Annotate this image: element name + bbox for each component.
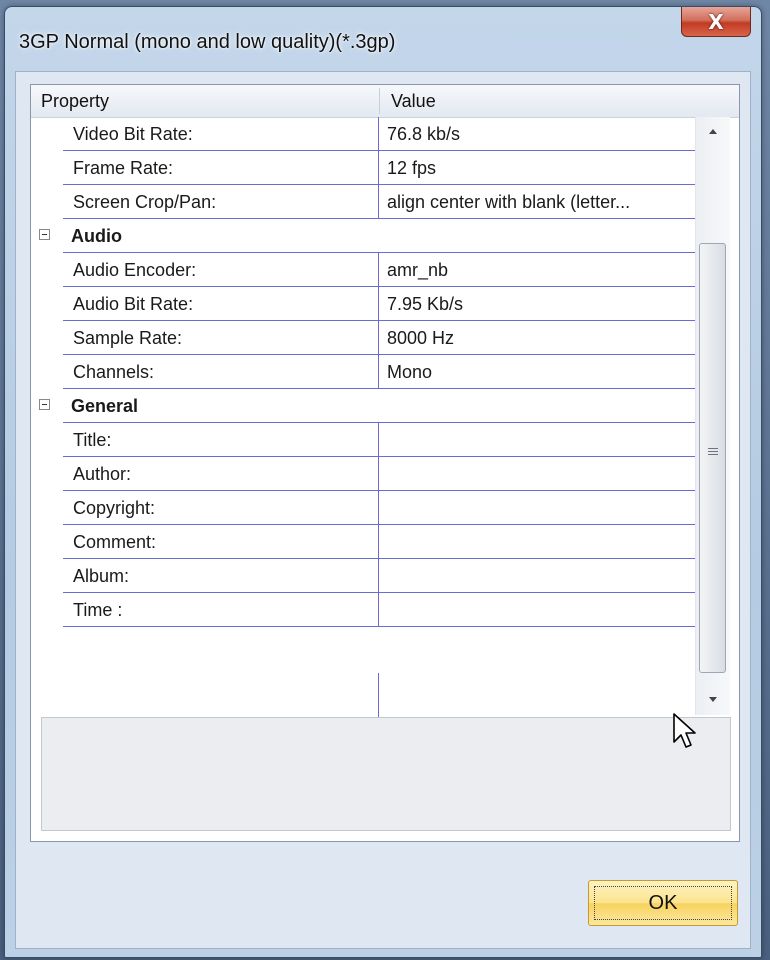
property-value[interactable] xyxy=(387,457,687,491)
property-name: Audio Bit Rate: xyxy=(73,294,194,314)
property-row[interactable]: Video Bit Rate: 76.8 kb/s xyxy=(31,117,695,151)
property-row[interactable]: Time : xyxy=(31,593,695,627)
column-divider xyxy=(378,525,379,559)
category-row[interactable]: General xyxy=(31,389,695,423)
mouse-pointer-icon xyxy=(673,713,696,748)
column-divider xyxy=(378,117,379,151)
vertical-scrollbar[interactable] xyxy=(695,117,730,715)
property-value[interactable]: 12 fps xyxy=(387,151,687,185)
collapse-toggle-icon[interactable] xyxy=(39,399,50,410)
column-divider xyxy=(378,185,379,219)
column-divider xyxy=(378,321,379,355)
category-label: Audio xyxy=(71,226,122,246)
scroll-up-arrow-icon[interactable] xyxy=(696,117,730,149)
column-divider xyxy=(378,593,379,627)
column-divider xyxy=(378,423,379,457)
property-value[interactable]: 76.8 kb/s xyxy=(387,117,687,151)
property-row[interactable]: Comment: xyxy=(31,525,695,559)
property-row[interactable]: Copyright: xyxy=(31,491,695,525)
property-value[interactable] xyxy=(387,525,687,559)
grip-icon xyxy=(708,448,718,458)
category-label: General xyxy=(71,396,139,416)
close-button[interactable]: X xyxy=(681,7,751,37)
property-value[interactable]: amr_nb xyxy=(387,253,687,287)
property-row[interactable]: Title: xyxy=(31,423,695,457)
column-divider xyxy=(378,491,379,525)
property-value[interactable] xyxy=(387,423,687,457)
property-name: Author: xyxy=(73,464,132,484)
property-name: Video Bit Rate: xyxy=(73,124,193,144)
property-value[interactable] xyxy=(387,559,687,593)
close-icon: X xyxy=(708,9,724,34)
property-value[interactable]: 8000 Hz xyxy=(387,321,687,355)
column-divider xyxy=(378,287,379,321)
property-row[interactable]: Album: xyxy=(31,559,695,593)
grid-rows: Video Bit Rate: 76.8 kb/s Frame Rate: 12 fp… xyxy=(31,117,695,717)
property-row[interactable]: Frame Rate: 12 fps xyxy=(31,151,695,185)
property-name: Copyright: xyxy=(73,498,156,518)
description-panel xyxy=(41,717,731,831)
column-divider xyxy=(378,457,379,491)
property-row[interactable]: Channels: Mono xyxy=(31,355,695,389)
row-divider xyxy=(63,626,695,627)
property-grid: Property Value Video Bit Rate: 76.8 kb/s F… xyxy=(30,84,740,842)
column-divider xyxy=(378,151,379,185)
property-name: Audio Encoder: xyxy=(73,260,197,280)
property-row[interactable]: Audio Encoder: amr_nb xyxy=(31,253,695,287)
column-separator[interactable] xyxy=(379,88,380,114)
property-value[interactable] xyxy=(387,491,687,525)
column-divider xyxy=(378,355,379,389)
property-value[interactable]: Mono xyxy=(387,355,687,389)
property-name: Comment: xyxy=(73,532,157,552)
property-name: Title: xyxy=(73,430,112,450)
column-header-value[interactable]: Value xyxy=(391,85,436,117)
category-row[interactable]: Audio xyxy=(31,219,695,253)
title-bar[interactable]: 3GP Normal (mono and low quality)(*.3gp)… xyxy=(5,7,761,69)
window-title: 3GP Normal (mono and low quality)(*.3gp) xyxy=(19,31,396,53)
property-name: Sample Rate: xyxy=(73,328,183,348)
grid-header: Property Value xyxy=(31,85,739,118)
property-value[interactable] xyxy=(387,593,687,627)
property-name: Screen Crop/Pan: xyxy=(73,192,217,212)
property-name: Channels: xyxy=(73,362,155,382)
column-header-property[interactable]: Property xyxy=(41,85,109,117)
collapse-toggle-icon[interactable] xyxy=(39,229,50,240)
property-row[interactable]: Screen Crop/Pan: align center with blank … xyxy=(31,185,695,219)
ok-button[interactable]: OK xyxy=(588,880,738,926)
property-row[interactable]: Audio Bit Rate: 7.95 Kb/s xyxy=(31,287,695,321)
property-value[interactable]: align center with blank (letter... xyxy=(387,185,687,219)
property-row[interactable]: Author: xyxy=(31,457,695,491)
scroll-down-arrow-icon[interactable] xyxy=(696,683,730,715)
property-name: Time : xyxy=(73,600,123,620)
ok-button-label: OK xyxy=(648,891,678,914)
property-name: Frame Rate: xyxy=(73,158,174,178)
column-divider xyxy=(378,253,379,287)
property-name: Album: xyxy=(73,566,130,586)
property-row[interactable]: Sample Rate: 8000 Hz xyxy=(31,321,695,355)
scrollbar-thumb[interactable] xyxy=(699,243,726,673)
property-value[interactable]: 7.95 Kb/s xyxy=(387,287,687,321)
column-divider xyxy=(378,559,379,593)
